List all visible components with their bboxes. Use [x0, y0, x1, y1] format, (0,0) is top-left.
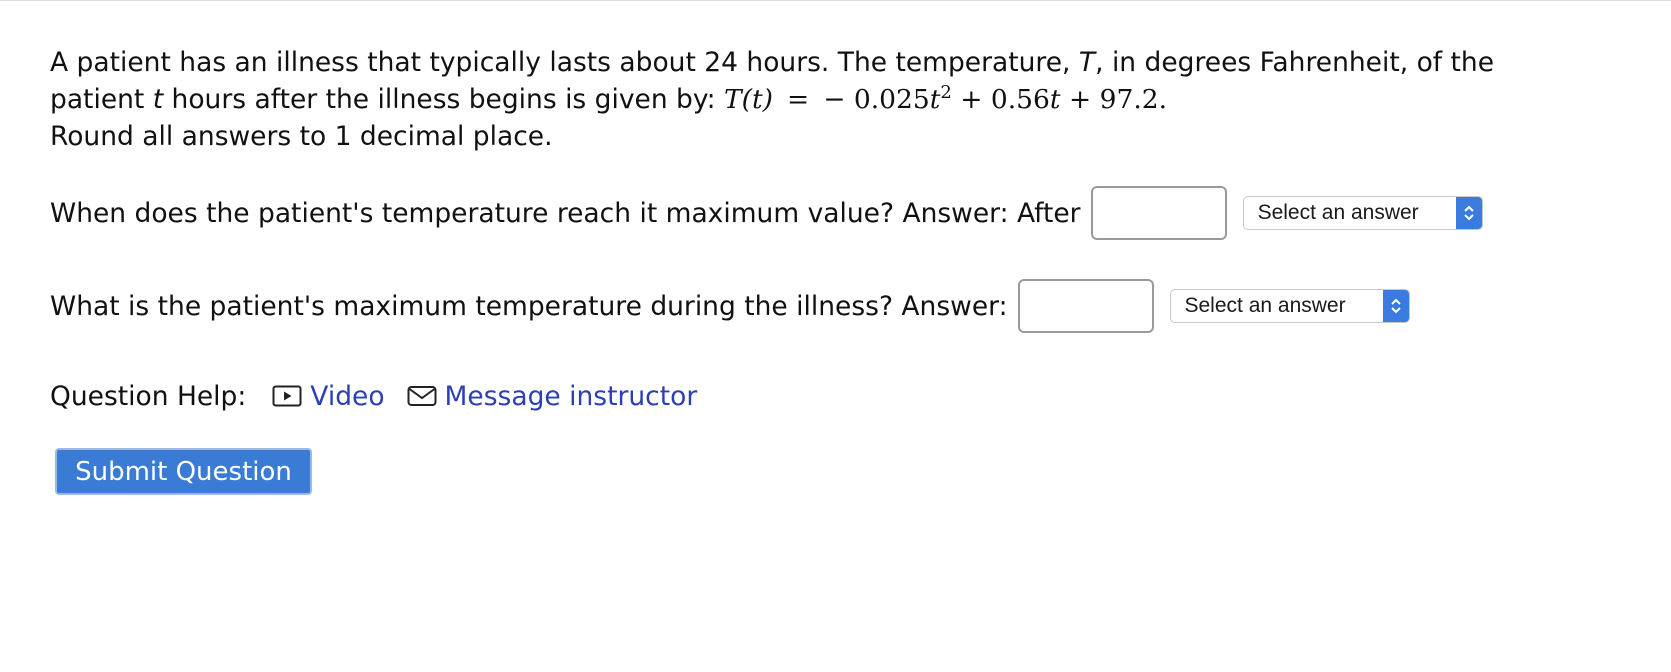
variable-t: t: [152, 84, 164, 115]
chevron-updown-icon: [1455, 197, 1482, 229]
question-1: When does the patient's temperature reac…: [50, 184, 1483, 242]
problem-text: A patient has an illness that typically …: [50, 47, 1079, 78]
formula: T(t) = − 0.025t2 + 0.56t + 97.2.: [724, 84, 1167, 115]
question-2-text: What is the patient's maximum temperatur…: [50, 290, 1008, 322]
formula-exponent: 2: [940, 82, 952, 104]
formula-term: + 97.2.: [1060, 84, 1168, 115]
question-2-unit-select[interactable]: Select an answer: [1169, 289, 1410, 323]
question-2-answer-input[interactable]: [1017, 279, 1154, 333]
formula-lhs: T(t): [723, 84, 773, 115]
problem-text: hours after the illness begins is given …: [163, 84, 724, 115]
question-1-answer-input[interactable]: [1090, 186, 1227, 240]
question-2: What is the patient's maximum temperatur…: [50, 277, 1410, 335]
formula-equals: =: [787, 84, 810, 115]
problem-text: patient: [50, 84, 153, 115]
formula-term: + 0.56: [951, 84, 1050, 115]
problem-line-1: A patient has an illness that typically …: [50, 44, 1510, 81]
problem-text: , in degrees Fahrenheit, of the: [1095, 47, 1495, 78]
video-link-label: Video: [310, 380, 385, 412]
problem-line-3: Round all answers to 1 decimal place.: [50, 121, 553, 152]
question-help-title: Question Help:: [50, 380, 247, 412]
problem-line-2: patient t hours after the illness begins…: [50, 81, 1510, 118]
question-1-text: When does the patient's temperature reac…: [50, 197, 1081, 229]
select-label: Select an answer: [1257, 201, 1419, 224]
select-label: Select an answer: [1184, 294, 1346, 317]
message-instructor-link[interactable]: Message instructor: [407, 380, 698, 412]
video-link[interactable]: Video: [272, 380, 385, 412]
video-icon: [272, 385, 302, 407]
formula-var: t: [1049, 84, 1061, 115]
question-help: Question Help: Video Message instructor: [50, 374, 719, 418]
problem-statement: A patient has an illness that typically …: [50, 44, 1510, 155]
submit-question-button[interactable]: Submit Question: [55, 448, 312, 495]
variable-T: T: [1078, 47, 1096, 78]
question-1-unit-select[interactable]: Select an answer: [1242, 196, 1483, 230]
message-instructor-label: Message instructor: [444, 380, 698, 412]
mail-icon: [407, 386, 437, 406]
top-divider: [0, 0, 1671, 1]
formula-term: − 0.025: [823, 84, 930, 115]
formula-var: t: [929, 84, 941, 115]
chevron-updown-icon: [1382, 290, 1409, 322]
